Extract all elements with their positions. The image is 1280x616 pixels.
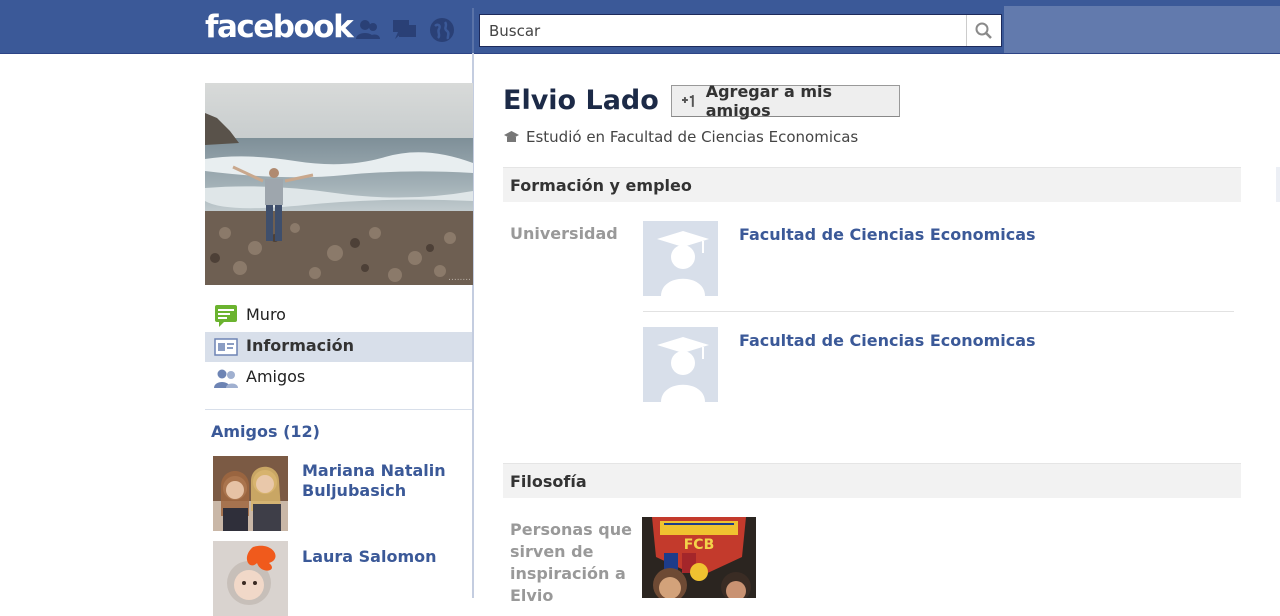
notifications-icon[interactable] <box>429 17 455 43</box>
school-default-icon[interactable] <box>643 327 718 402</box>
facebook-logo[interactable]: facebook <box>205 9 354 45</box>
friend-name-link[interactable]: Mariana Natalin Buljubasich <box>302 461 472 501</box>
section-title: Formación y empleo <box>510 176 692 195</box>
add-friend-icon <box>682 95 694 107</box>
search-input[interactable] <box>480 15 968 46</box>
section-header-philosophy: Filosofía <box>503 463 1241 498</box>
education-icon <box>504 131 519 142</box>
search-box <box>479 14 1002 47</box>
field-label-university: Universidad <box>510 224 618 243</box>
add-friend-label: Agregar a mis amigos <box>705 82 833 120</box>
friends-icon <box>214 366 238 390</box>
friend-photo[interactable] <box>213 541 288 616</box>
sidebar-item-amigos[interactable]: Amigos <box>205 363 472 393</box>
right-edge-marker <box>1276 167 1280 202</box>
beach-photo-image: ........ <box>205 83 473 285</box>
search-button[interactable] <box>966 15 1001 46</box>
sidebar-item-label: Amigos <box>246 367 306 386</box>
magnifier-icon <box>975 22 992 39</box>
svg-text:........: ........ <box>448 273 471 283</box>
friend-photo[interactable] <box>213 456 288 531</box>
section-title: Filosofía <box>510 472 587 491</box>
inspiration-photo[interactable]: FCB <box>642 517 756 598</box>
profile-photo[interactable]: ........ <box>205 83 473 285</box>
friend-name-link[interactable]: Laura Salomon <box>302 547 472 567</box>
top-bar-divider <box>472 8 474 54</box>
top-bar-right-area <box>1004 6 1280 53</box>
school-link[interactable]: Facultad de Ciencias Economicas <box>739 225 1036 244</box>
wall-icon <box>214 304 238 328</box>
study-text: Estudió en Facultad de Ciencias Economic… <box>526 128 859 146</box>
profile-name: Elvio Lado <box>503 85 659 116</box>
sidebar-item-label: Información <box>246 336 355 355</box>
section-header-education: Formación y empleo <box>503 167 1241 202</box>
study-line: Estudió en Facultad de Ciencias Economic… <box>503 128 858 146</box>
sidebar-item-informacion[interactable]: Información <box>205 332 472 362</box>
friends-heading[interactable]: Amigos (12) <box>211 422 320 441</box>
sidebar-item-muro[interactable]: Muro <box>205 301 472 331</box>
badge-text: FCB <box>684 537 715 553</box>
education-separator <box>643 311 1234 312</box>
messages-icon[interactable] <box>392 17 418 43</box>
school-link[interactable]: Facultad de Ciencias Economicas <box>739 331 1036 350</box>
add-friend-button[interactable]: Agregar a mis amigos <box>671 82 900 120</box>
school-default-icon[interactable] <box>643 221 718 296</box>
sidebar-item-label: Muro <box>246 305 286 324</box>
sidebar-separator <box>205 409 472 410</box>
field-label-inspiration: Personas que sirven de inspiración a Elv… <box>510 520 632 605</box>
friend-requests-icon[interactable] <box>355 17 381 43</box>
info-icon <box>214 335 238 359</box>
